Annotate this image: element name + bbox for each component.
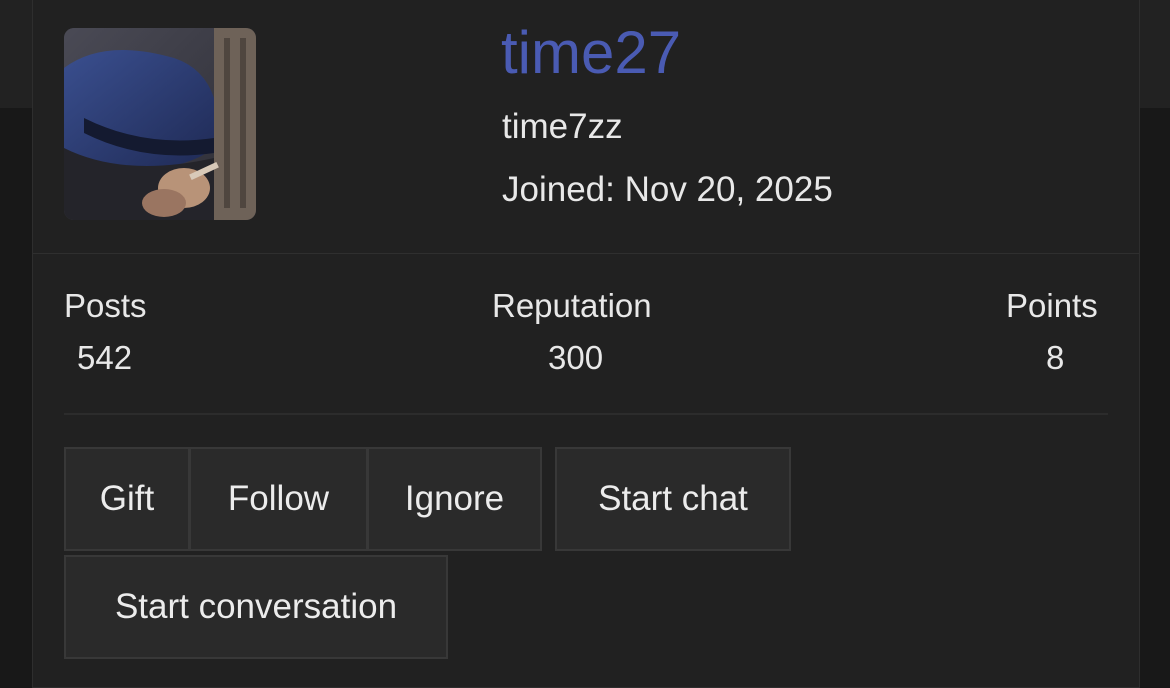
stat-reputation-label: Reputation: [492, 287, 652, 324]
stat-posts-value[interactable]: 542: [77, 339, 132, 377]
stats-divider: [64, 413, 1108, 415]
stat-posts-label: Posts: [64, 287, 147, 324]
start-conversation-button[interactable]: Start conversation: [64, 555, 448, 659]
ignore-button[interactable]: Ignore: [367, 447, 542, 551]
start-chat-button[interactable]: Start chat: [555, 447, 791, 551]
profile-header: time27 time7zz Joined: Nov 20, 2025: [33, 0, 1139, 254]
display-name[interactable]: time27: [501, 21, 681, 85]
follow-button[interactable]: Follow: [189, 447, 368, 551]
username: time7zz: [502, 107, 623, 146]
avatar[interactable]: [64, 28, 256, 220]
gift-button[interactable]: Gift: [64, 447, 190, 551]
member-profile-card: time27 time7zz Joined: Nov 20, 2025 Post…: [32, 0, 1140, 688]
stat-points-label: Points: [1006, 287, 1098, 324]
avatar-image: [64, 28, 256, 220]
stat-reputation-value[interactable]: 300: [548, 339, 603, 377]
joined-date: Joined: Nov 20, 2025: [502, 170, 833, 209]
stat-points-value[interactable]: 8: [1046, 339, 1064, 377]
